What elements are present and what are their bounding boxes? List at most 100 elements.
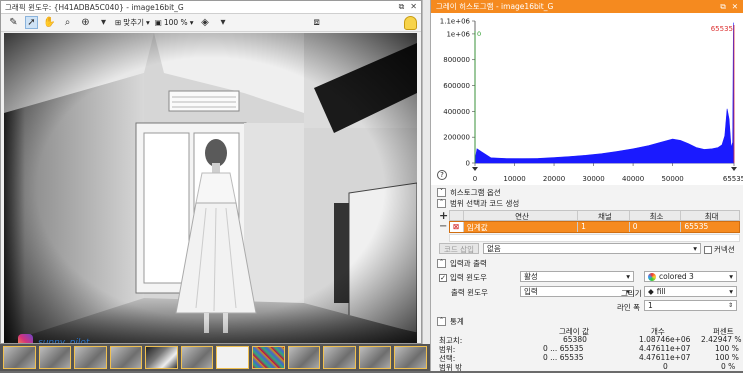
line-width-value: 1 xyxy=(648,301,653,310)
color-select[interactable]: colored 3 ▾ xyxy=(644,271,737,282)
chevron-down-icon: ▾ xyxy=(729,287,733,296)
thumbnail[interactable] xyxy=(3,346,36,369)
code-select[interactable]: 없음 ▾ xyxy=(483,243,701,254)
table-header-cell: 최소 xyxy=(630,211,682,220)
section-statistics[interactable]: ˄ 통계 xyxy=(437,316,464,327)
code-select-value: 없음 xyxy=(487,244,501,253)
row-min: 0 xyxy=(630,222,682,232)
spinner-arrows-icon: ⇕ xyxy=(727,302,733,309)
restore-icon[interactable]: ⧉ xyxy=(399,2,405,12)
chevron-down-icon[interactable]: ▾ xyxy=(97,16,110,29)
thumbnail[interactable] xyxy=(323,346,356,369)
y-tick-label: 1e+06 xyxy=(446,30,470,38)
stats-row-percent: 100 % xyxy=(715,353,739,362)
window-divider[interactable] xyxy=(422,0,430,344)
y-tick-label: 200000 xyxy=(443,134,470,142)
line-width-spinner[interactable]: 1 ⇕ xyxy=(644,300,737,311)
chevron-down-icon[interactable]: ▾ xyxy=(216,16,229,29)
stats-row-count: 0 xyxy=(663,362,668,371)
histogram-chart[interactable]: 1.1e+06 1e+06 800000 600000 400000 200000 0 0 10… xyxy=(431,13,743,185)
section-label: 통계 xyxy=(450,317,464,326)
input-window-select[interactable]: 활성 ▾ xyxy=(520,271,634,282)
layers-icon[interactable]: ⧈ xyxy=(310,16,323,29)
input-window-label: 입력 윈도우 xyxy=(450,273,487,282)
close-icon[interactable]: ✕ xyxy=(732,2,738,12)
chevron-down-icon: ▾ xyxy=(729,272,733,281)
pan-hand-icon[interactable]: ✋ xyxy=(43,16,56,29)
zoom-icon[interactable]: ⊕ xyxy=(79,16,92,29)
thumbnail[interactable] xyxy=(180,346,214,369)
table-header: 연산 채널 최소 최대 xyxy=(449,210,740,221)
code-insert-button[interactable]: 코드 삽입 xyxy=(439,243,479,254)
connect-checkbox[interactable]: 커넥션 xyxy=(704,244,735,255)
draw-label: 그리기 xyxy=(621,289,642,298)
stats-row-gray: 65380 xyxy=(563,335,587,344)
thumbnail[interactable] xyxy=(287,346,321,369)
y-tick-label: 600000 xyxy=(443,82,470,90)
magnifier-icon[interactable]: ⌕ xyxy=(61,16,74,29)
histogram-titlebar: 그레이 히스토그램 - image16bit_G ⧉ ✕ xyxy=(431,0,743,13)
table-row[interactable]: ⊠ 임계값 1 0 65535 xyxy=(449,221,740,233)
output-window-select[interactable]: 입력 ▾ xyxy=(520,286,634,297)
row-op: 임계값 xyxy=(464,222,579,232)
chevron-up-icon: ˄ xyxy=(437,317,446,326)
x-tick-label: 50000 xyxy=(661,175,683,183)
section-histogram-options[interactable]: ˅ 히스토그램 옵션 xyxy=(437,187,501,198)
thumbnail[interactable] xyxy=(252,346,285,369)
chevron-up-icon: ˄ xyxy=(437,199,446,208)
brush-icon[interactable]: ✎ xyxy=(7,16,20,29)
section-range-select[interactable]: ˄ 범위 선택과 코드 생성 xyxy=(437,198,519,209)
histogram-window: 그레이 히스토그램 - image16bit_G ⧉ ✕ 1.1e+06 1e+0… xyxy=(430,0,743,372)
x-tick-label: 30000 xyxy=(582,175,604,183)
pointer-icon[interactable]: ➚ xyxy=(25,16,38,29)
histogram-svg: 1.1e+061e+0680000060000040000020000000 10… xyxy=(440,18,743,184)
graphics-window-title: 그래픽 윈도우: {H41ADBA5C040} - image16bit_G xyxy=(5,2,184,12)
fit-label: 맞추기 xyxy=(123,18,144,27)
section-label: 히스토그램 옵션 xyxy=(450,188,501,197)
connect-label: 커넥션 xyxy=(714,245,735,254)
graphics-toolbar: ✎ ➚ ✋ ⌕ ⊕ ▾ ⊞ 맞추기 ▾ ▣ 100 % ▾ ◈ ▾ ⧈ xyxy=(1,14,421,32)
draw-select[interactable]: ◆ fill ▾ xyxy=(644,286,737,297)
table-header-cell: 연산 xyxy=(464,211,579,220)
close-icon[interactable]: ✕ xyxy=(410,2,417,12)
fit-button[interactable]: ⊞ 맞추기 ▾ xyxy=(115,17,150,28)
help-icon[interactable]: ? xyxy=(437,170,447,180)
input-window-checkbox[interactable]: ✓ 입력 윈도우 xyxy=(439,272,487,283)
min-threshold-label: 0 xyxy=(477,30,481,38)
x-tick-label: 40000 xyxy=(622,175,644,183)
thumbnail[interactable] xyxy=(394,346,427,369)
stats-row-gray: 0 ... 65535 xyxy=(543,344,584,353)
output-window-value: 입력 xyxy=(524,287,538,296)
section-input-output[interactable]: ˄ 입력과 출력 xyxy=(437,258,487,269)
grayscale-photo[interactable]: sunny_pilot xyxy=(4,33,417,343)
thumbnail[interactable] xyxy=(358,346,392,369)
watermark-text: sunny_pilot xyxy=(38,338,90,343)
thumbnail[interactable] xyxy=(216,346,250,369)
instagram-icon xyxy=(18,334,33,343)
lightbulb-icon[interactable] xyxy=(403,15,417,30)
table-header-cell xyxy=(450,211,464,220)
line-width-label: 라인 폭 xyxy=(617,303,641,312)
x-tick-label: 10000 xyxy=(503,175,525,183)
remove-row-icon[interactable]: − xyxy=(439,221,447,232)
thumbnail-strip xyxy=(0,344,430,371)
threshold-op-icon: ⊠ xyxy=(450,222,464,232)
stats-row-percent: 2.42947 % xyxy=(701,335,742,344)
checkbox-box xyxy=(704,245,712,254)
thumbnail[interactable] xyxy=(109,346,143,369)
thumbnail[interactable] xyxy=(38,346,72,369)
histogram-area xyxy=(474,22,735,164)
checkbox-box: ✓ xyxy=(439,273,447,282)
chevron-up-icon: ˄ xyxy=(437,259,446,268)
x-tick-label: 20000 xyxy=(543,175,565,183)
output-window-label: 출력 윈도우 xyxy=(451,288,488,297)
zoom-value: 100 % xyxy=(163,18,188,27)
shape-tools-icon[interactable]: ◈ xyxy=(198,16,211,29)
restore-icon[interactable]: ⧉ xyxy=(720,2,725,12)
max-threshold-label: 65535 xyxy=(711,25,733,33)
min-marker-triangle xyxy=(472,167,478,171)
thumbnail[interactable] xyxy=(74,346,107,369)
thumbnail[interactable] xyxy=(145,346,178,369)
table-empty-area xyxy=(449,234,740,242)
zoom-select[interactable]: ▣ 100 % ▾ xyxy=(155,18,194,27)
